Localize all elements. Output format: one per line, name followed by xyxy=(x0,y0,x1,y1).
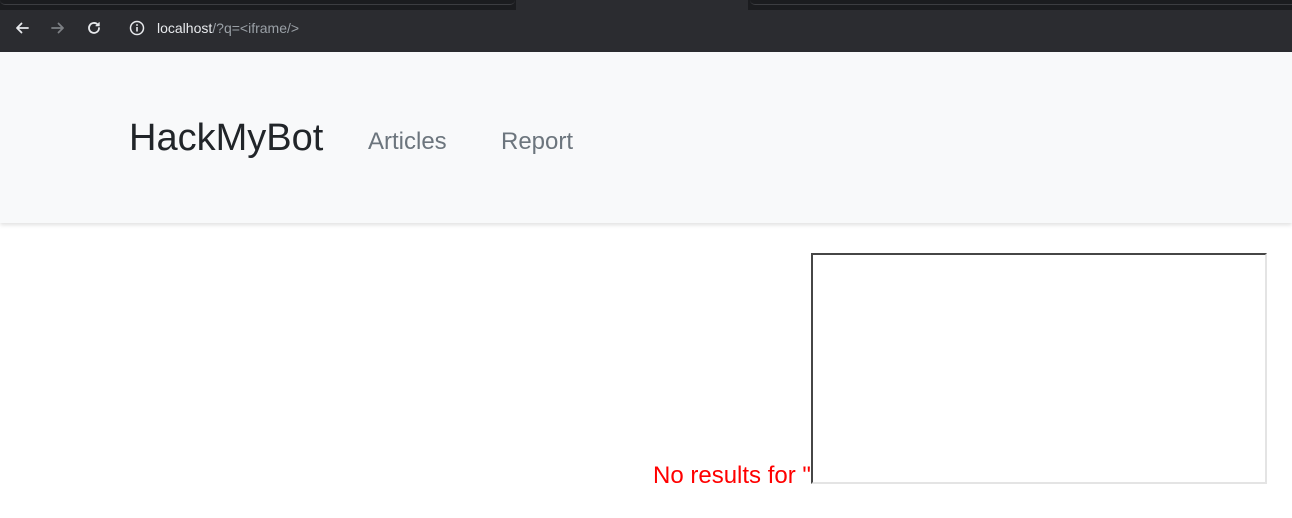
arrow-right-icon xyxy=(50,20,66,36)
browser-chrome: localhost/?q=<iframe/> xyxy=(0,0,1292,52)
embedded-iframe[interactable] xyxy=(811,253,1267,484)
info-icon[interactable] xyxy=(128,19,146,37)
no-results-message: No results for " xyxy=(653,462,811,489)
tab-active[interactable] xyxy=(516,0,748,10)
reload-button[interactable] xyxy=(84,18,104,38)
nav-link-articles[interactable]: Articles xyxy=(368,128,447,156)
url-host: localhost xyxy=(157,20,213,36)
back-button[interactable] xyxy=(12,18,32,38)
tab-inactive-right[interactable] xyxy=(750,0,1292,5)
url-path: /?q=<iframe/> xyxy=(212,20,300,36)
arrow-left-icon xyxy=(14,20,30,36)
brand-logo[interactable]: HackMyBot xyxy=(129,116,323,160)
reload-icon xyxy=(86,20,102,36)
tab-inactive-left[interactable] xyxy=(0,0,515,5)
address-bar-url[interactable]: localhost/?q=<iframe/> xyxy=(157,20,299,36)
nav-link-report[interactable]: Report xyxy=(501,128,573,156)
forward-button[interactable] xyxy=(48,18,68,38)
